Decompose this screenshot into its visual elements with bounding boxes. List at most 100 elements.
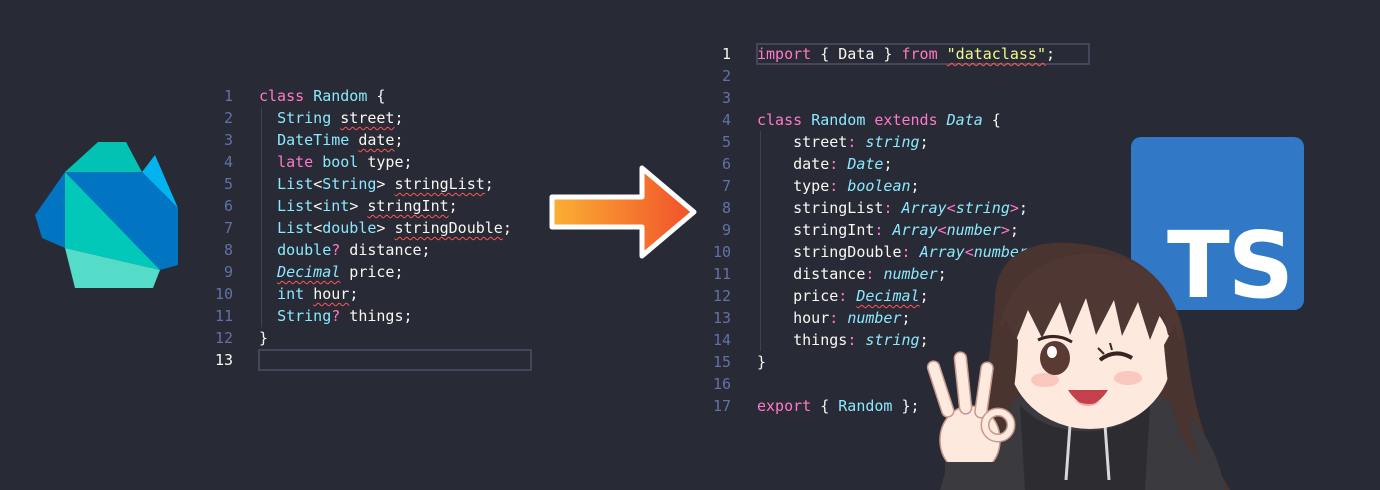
code-text: String? things; xyxy=(259,305,412,327)
code-line[interactable]: 12 price: Decimal; xyxy=(700,285,929,307)
code-token: Array xyxy=(901,199,947,217)
line-number: 6 xyxy=(223,197,233,215)
code-token: < xyxy=(937,221,947,239)
dart-logo-icon xyxy=(35,142,178,288)
line-number: 17 xyxy=(712,397,731,415)
code-text: stringList: Array<string>; xyxy=(757,197,1028,219)
code-line[interactable]: 2 xyxy=(700,65,731,87)
code-line[interactable]: 5 street: string; xyxy=(700,131,929,153)
code-token: String xyxy=(277,109,332,127)
code-line[interactable]: 1 import { Data } from "dataclass"; xyxy=(700,43,1055,65)
code-token: number xyxy=(847,309,902,327)
code-line[interactable]: 6 date: Date; xyxy=(700,153,893,175)
code-text: Decimal price; xyxy=(259,261,403,283)
dart-code-editor[interactable]: 1 class Random {2 String street; 3 DateTim… xyxy=(200,85,535,385)
code-token: < xyxy=(313,219,323,237)
line-number: 5 xyxy=(721,133,731,151)
code-line[interactable]: 11 distance: number; xyxy=(700,263,947,285)
line-number: 4 xyxy=(721,111,731,129)
code-line[interactable]: 5 List<String> stringList; xyxy=(200,173,494,195)
code-text: } xyxy=(757,351,766,373)
code-token: ; xyxy=(883,155,893,173)
code-token: DateTime xyxy=(277,131,350,149)
code-line[interactable]: 8 double? distance; xyxy=(200,239,431,261)
code-line[interactable]: 9 stringInt: Array<number>; xyxy=(700,219,1019,241)
code-token: : xyxy=(829,309,839,327)
code-line[interactable]: 13 xyxy=(200,349,233,371)
code-text: double? distance; xyxy=(259,239,431,261)
code-token: string xyxy=(955,199,1010,217)
line-number: 9 xyxy=(721,221,731,239)
code-text: class Random { xyxy=(259,85,385,107)
code-line[interactable]: 8 stringList: Array<string>; xyxy=(700,197,1028,219)
line-number: 4 xyxy=(223,153,233,171)
code-text: import { Data } from "dataclass"; xyxy=(757,43,1055,65)
line-number: 13 xyxy=(214,351,233,369)
line-number: 7 xyxy=(721,177,731,195)
code-line[interactable]: 6 List<int> stringInt; xyxy=(200,195,458,217)
code-line[interactable]: 4 late bool type; xyxy=(200,151,413,173)
code-text: List<double> stringDouble; xyxy=(259,217,512,239)
code-line[interactable]: 7 List<double> stringDouble; xyxy=(200,217,512,239)
line-number: 10 xyxy=(712,243,731,261)
code-line[interactable]: 9 Decimal price; xyxy=(200,261,404,283)
code-token: price xyxy=(757,287,839,305)
code-line[interactable]: 17 export { Random }; xyxy=(700,395,920,417)
code-line[interactable]: 10 stringDouble: Array<number>; xyxy=(700,241,1046,263)
code-text: List<int> stringInt; xyxy=(259,195,458,217)
line-number: 3 xyxy=(223,131,233,149)
code-line[interactable]: 12} xyxy=(200,327,268,349)
code-line[interactable]: 11 String? things; xyxy=(200,305,413,327)
code-line[interactable]: 10 int hour; xyxy=(200,283,358,305)
code-token: ; xyxy=(1018,199,1028,217)
code-token: Random xyxy=(811,111,866,129)
code-token: { xyxy=(982,111,1001,129)
code-token: Array xyxy=(892,221,938,239)
code-token: ; xyxy=(394,131,404,149)
code-token: stringInt xyxy=(367,197,449,215)
code-text: late bool type; xyxy=(259,151,412,173)
code-line[interactable]: 15} xyxy=(700,351,766,373)
code-token: boolean xyxy=(847,177,911,195)
line-number: 15 xyxy=(712,353,731,371)
code-token: < xyxy=(946,199,956,217)
code-token: Data xyxy=(946,111,983,129)
code-token: double xyxy=(322,219,377,237)
code-line[interactable]: 3 xyxy=(700,87,731,109)
line-number: 11 xyxy=(214,307,233,325)
code-token: ; xyxy=(910,177,920,195)
code-line[interactable]: 14 things: string; xyxy=(700,329,929,351)
code-line[interactable]: 2 String street; xyxy=(200,107,404,129)
code-token: double xyxy=(277,241,332,259)
code-token: { xyxy=(367,87,386,105)
line-number: 1 xyxy=(223,87,233,105)
code-token: Random xyxy=(838,397,893,415)
code-line[interactable]: 13 hour: number; xyxy=(700,307,911,329)
code-line[interactable]: 3 DateTime date; xyxy=(200,129,404,151)
code-token: ; xyxy=(1009,221,1019,239)
code-token: > xyxy=(349,197,368,215)
code-token: extends xyxy=(874,111,938,129)
code-line[interactable]: 1 class Random { xyxy=(200,85,385,107)
code-text: date: Date; xyxy=(757,153,892,175)
line-number: 11 xyxy=(712,265,731,283)
line-number: 8 xyxy=(721,199,731,217)
line-number: 9 xyxy=(223,263,233,281)
code-token: ; xyxy=(394,109,404,127)
code-line[interactable]: 7 type: boolean; xyxy=(700,175,920,197)
line-number: 7 xyxy=(223,219,233,237)
code-line[interactable]: 16 xyxy=(700,373,731,395)
code-token: } xyxy=(259,329,269,347)
code-line[interactable]: 4 class Random extends Data { xyxy=(700,109,1001,131)
